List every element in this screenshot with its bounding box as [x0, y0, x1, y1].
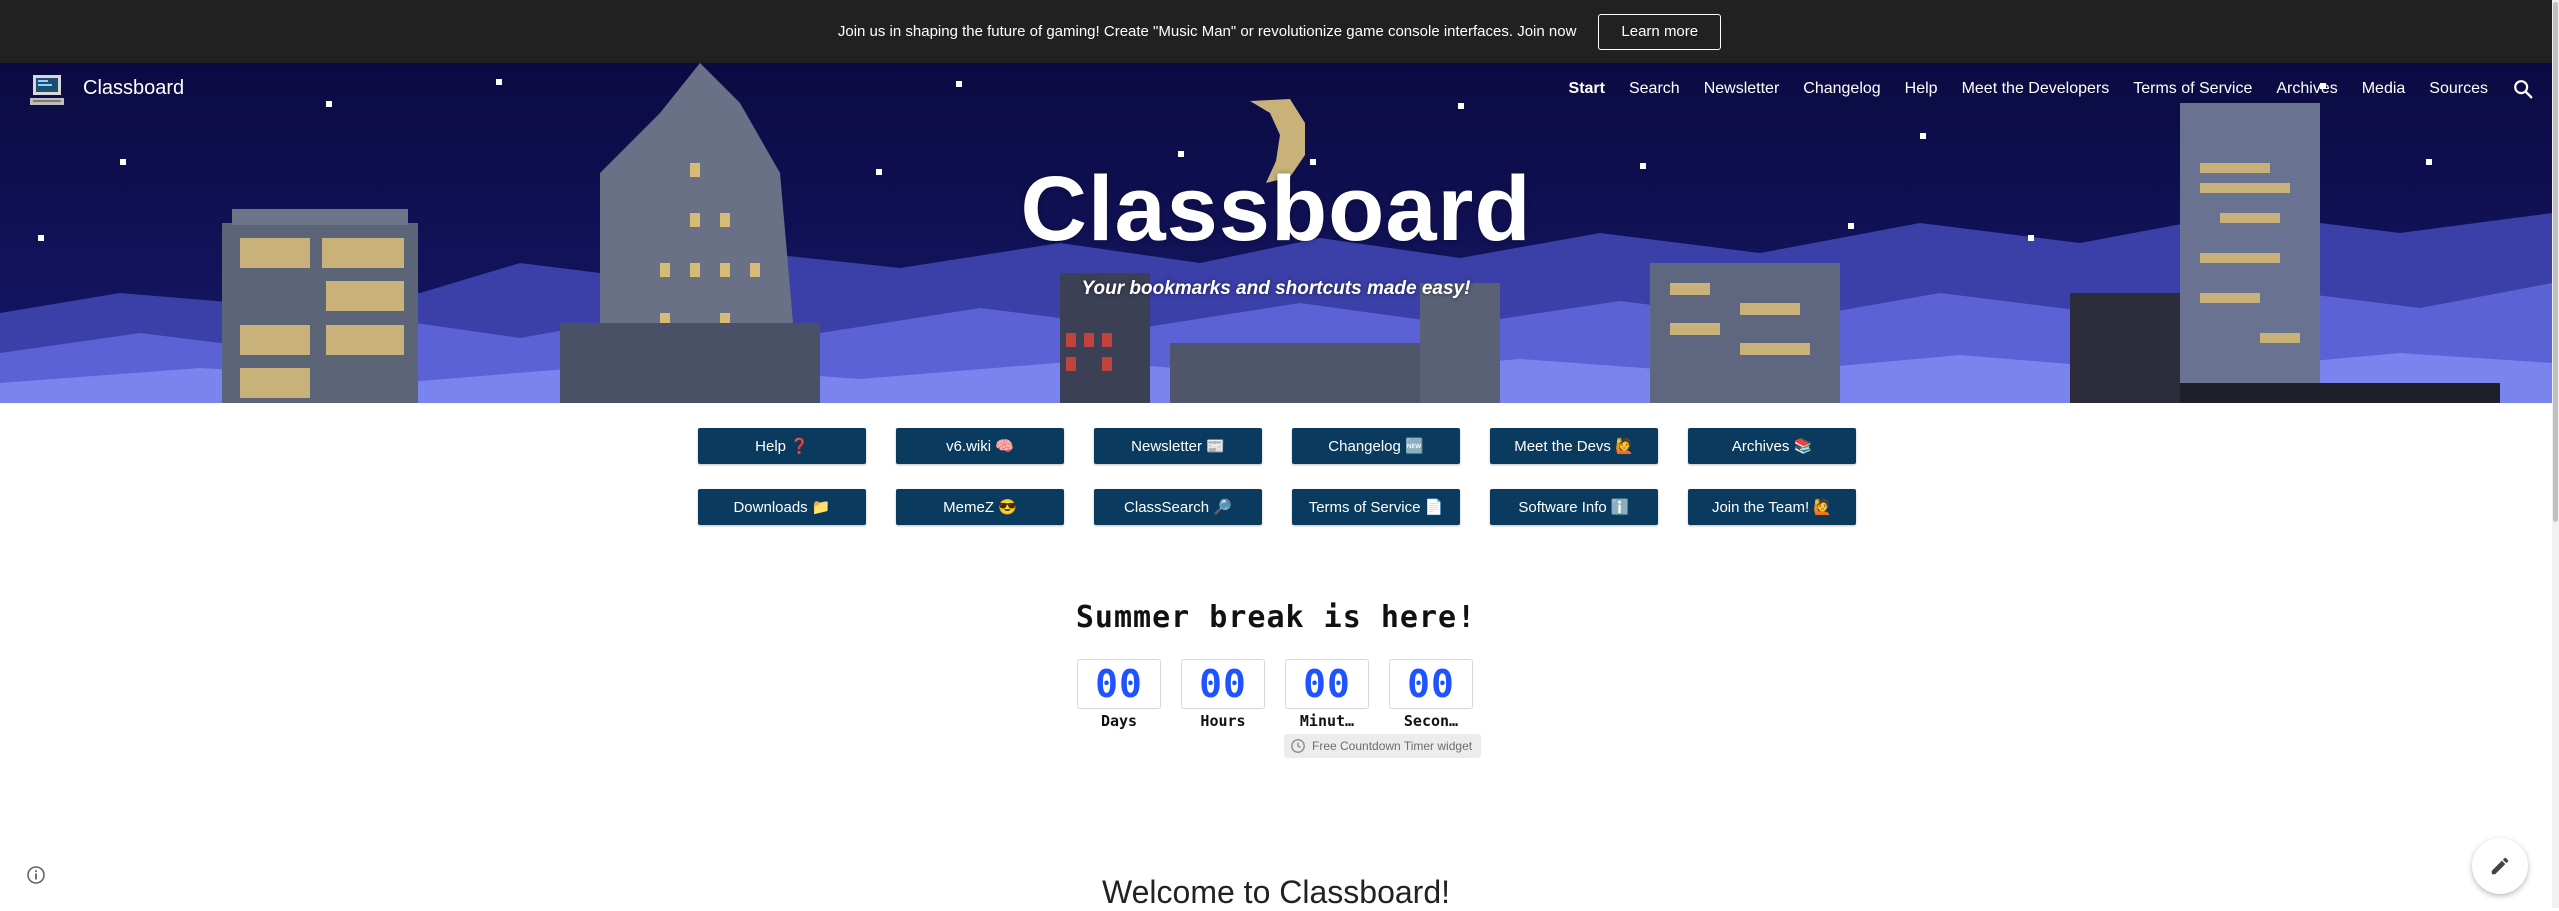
classsearch-button[interactable]: ClassSearch 🔎: [1094, 489, 1262, 525]
nav-help[interactable]: Help: [1905, 75, 1938, 103]
announcement-text: Join us in shaping the future of gaming!…: [837, 23, 1577, 40]
software-info-button[interactable]: Software Info ℹ️: [1490, 489, 1658, 525]
countdown-timer: 00 Days 00 Hours 00 Minut… 00 Secon…: [1077, 659, 1493, 730]
countdown-credit-link[interactable]: Free Countdown Timer widget: [1284, 734, 1482, 758]
hero-header: Classboard Start Search Newsletter Chang…: [0, 63, 2552, 403]
edit-button[interactable]: [2472, 838, 2528, 894]
pencil-icon: [2491, 857, 2509, 875]
countdown-value: 00: [1077, 659, 1161, 709]
archives-button[interactable]: Archives 📚: [1688, 428, 1856, 464]
learn-more-button[interactable]: Learn more: [1598, 13, 1722, 50]
site-name[interactable]: Classboard: [83, 77, 184, 100]
countdown-value: 00: [1181, 659, 1265, 709]
hero-title: Classboard: [1020, 158, 1532, 260]
downloads-button[interactable]: Downloads 📁: [698, 489, 866, 525]
nav-sources[interactable]: Sources: [2429, 75, 2488, 103]
top-navigation: Start Search Newsletter Changelog Help M…: [1545, 75, 2534, 103]
countdown-label: Hours: [1200, 712, 1246, 730]
countdown-hours: 00 Hours: [1181, 659, 1265, 730]
countdown-title: Summer break is here!: [1075, 600, 1477, 635]
nav-meet-the-developers[interactable]: Meet the Developers: [1962, 75, 2110, 103]
countdown-credit-text: Free Countdown Timer widget: [1312, 739, 1473, 753]
countdown-seconds: 00 Secon…: [1389, 659, 1473, 730]
search-icon[interactable]: [2512, 78, 2534, 100]
countdown-minutes: 00 Minut…: [1285, 659, 1369, 730]
welcome-heading: Welcome to Classboard!: [1102, 874, 1450, 910]
retro-computer-icon[interactable]: [30, 74, 64, 106]
help-button[interactable]: Help ❓: [698, 428, 866, 464]
nav-newsletter[interactable]: Newsletter: [1704, 75, 1780, 103]
countdown-value: 00: [1389, 659, 1473, 709]
timer-icon: [1291, 739, 1305, 753]
countdown-label: Days: [1100, 712, 1138, 730]
join-the-team-button[interactable]: Join the Team! 🙋: [1688, 489, 1856, 525]
nav-changelog[interactable]: Changelog: [1803, 75, 1880, 103]
nav-start[interactable]: Start: [1569, 75, 1605, 103]
countdown-value: 00: [1285, 659, 1369, 709]
v6-wiki-button[interactable]: v6.wiki 🧠: [896, 428, 1064, 464]
page-scrollbar-thumb[interactable]: [2553, 2, 2558, 522]
nav-terms-of-service[interactable]: Terms of Service: [2133, 75, 2252, 103]
info-icon[interactable]: [26, 865, 46, 885]
nav-search[interactable]: Search: [1629, 75, 1680, 103]
countdown-label: Minut…: [1299, 712, 1355, 730]
hero-subtitle: Your bookmarks and shortcuts made easy!: [1081, 278, 1471, 299]
terms-of-service-button[interactable]: Terms of Service 📄: [1292, 489, 1460, 525]
countdown-label: Secon…: [1403, 712, 1459, 730]
quick-links-grid: Help ❓ v6.wiki 🧠 Newsletter 📰 Changelog …: [698, 428, 1856, 525]
newsletter-button[interactable]: Newsletter 📰: [1094, 428, 1262, 464]
changelog-button[interactable]: Changelog 🆕: [1292, 428, 1460, 464]
memez-button[interactable]: MemeZ 😎: [896, 489, 1064, 525]
countdown-days: 00 Days: [1077, 659, 1161, 730]
nav-archives[interactable]: Archives: [2276, 75, 2337, 103]
meet-the-devs-button[interactable]: Meet the Devs 🙋: [1490, 428, 1658, 464]
announcement-bar: Join us in shaping the future of gaming!…: [0, 0, 2559, 63]
nav-media[interactable]: Media: [2362, 75, 2406, 103]
